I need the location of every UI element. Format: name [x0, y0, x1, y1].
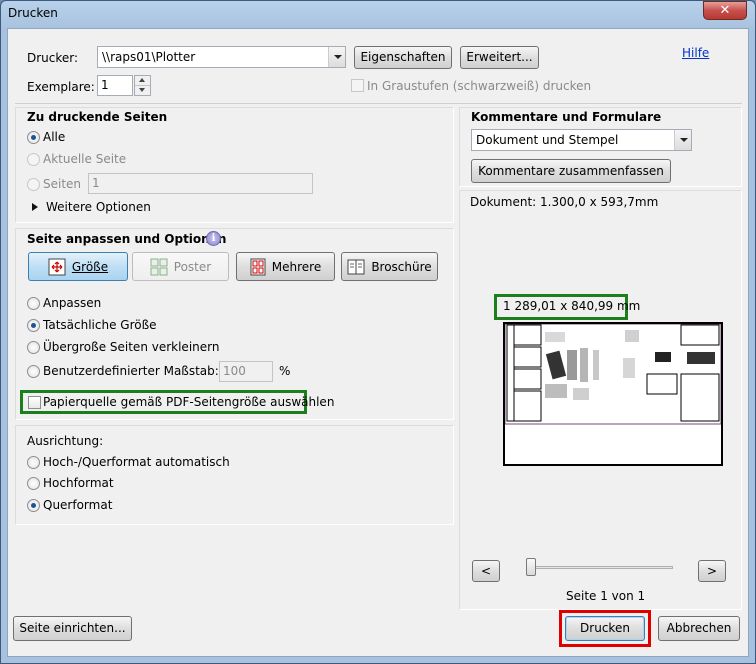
actual-size-radio[interactable] [27, 319, 40, 332]
paper-source-checkbox[interactable] [28, 396, 41, 409]
fit-label: Anpassen [43, 296, 102, 310]
multiple-button-label: Mehrere [271, 259, 322, 274]
size-button-label: Größe [71, 259, 109, 274]
size-button[interactable]: Größe [28, 252, 128, 281]
orientation-auto-radio[interactable] [27, 456, 40, 469]
page-preview [503, 322, 723, 466]
multiple-button[interactable]: Mehrere [236, 252, 335, 281]
chevron-down-icon [328, 47, 345, 67]
copies-input[interactable]: 1 [97, 75, 133, 96]
custom-scale-input[interactable]: 100 [219, 361, 273, 382]
pages-range-radio[interactable] [27, 178, 40, 191]
previous-page-button[interactable]: < [472, 560, 500, 582]
shrink-oversized-radio[interactable] [27, 341, 40, 354]
pages-current-label: Aktuelle Seite [43, 152, 127, 166]
properties-button[interactable]: Eigenschaften [354, 46, 452, 69]
summarize-comments-button[interactable]: Kommentare zusammenfassen [471, 159, 671, 183]
orientation-portrait-radio[interactable] [27, 477, 40, 490]
actual-size-label: Tatsächliche Größe [43, 318, 157, 332]
size-icon [48, 258, 66, 275]
paper-size-label: 1 289,01 x 840,99 mm [503, 299, 641, 313]
poster-button-label: Poster [173, 259, 212, 274]
grayscale-checkbox[interactable] [351, 79, 364, 92]
next-page-button[interactable]: > [698, 560, 726, 582]
printer-select-value: \\raps01\Plotter [102, 50, 196, 64]
percent-label: % [279, 364, 291, 378]
advanced-button[interactable]: Erweitert... [460, 46, 539, 69]
grayscale-label: In Graustufen (schwarzweiß) drucken [367, 79, 592, 93]
multiple-pages-icon [250, 258, 266, 275]
print-button[interactable]: Drucken [565, 616, 645, 641]
fit-heading: Seite anpassen und Optionen [27, 232, 227, 246]
orientation-landscape-label: Querformat [43, 498, 113, 512]
poster-icon [150, 258, 168, 275]
pages-range-label: Seiten [43, 177, 82, 191]
pages-all-label: Alle [43, 130, 66, 144]
cancel-button[interactable]: Abbrechen [658, 616, 740, 641]
copies-stepper[interactable] [134, 75, 151, 96]
copies-label: Exemplare: [27, 80, 95, 94]
orientation-auto-label: Hoch-/Querformat automatisch [43, 455, 230, 469]
poster-button[interactable]: Poster [132, 252, 229, 281]
chevron-down-icon [674, 130, 691, 150]
info-icon[interactable]: i [206, 231, 221, 246]
window-title: Drucken [8, 6, 58, 20]
fit-radio[interactable] [27, 297, 40, 310]
page-slider-track[interactable] [531, 566, 673, 569]
page-indicator: Seite 1 von 1 [566, 589, 646, 603]
custom-scale-label: Benutzerdefinierter Maßstab: [43, 364, 219, 378]
help-link[interactable]: Hilfe [682, 46, 709, 60]
stepper-down-icon[interactable] [139, 88, 145, 92]
pages-current-radio[interactable] [27, 153, 40, 166]
document-size-label: Dokument: 1.300,0 x 593,7mm [470, 195, 659, 209]
stepper-up-icon[interactable] [139, 78, 145, 82]
pages-range-input[interactable]: 1 [88, 173, 313, 194]
pages-all-radio[interactable] [27, 131, 40, 144]
shrink-oversized-label: Übergroße Seiten verkleinern [43, 340, 220, 354]
header-divider [15, 103, 742, 104]
orientation-heading: Ausrichtung: [27, 434, 104, 448]
expand-triangle-icon[interactable] [32, 203, 38, 211]
page-setup-button[interactable]: Seite einrichten... [13, 616, 132, 641]
drawing-preview-image [505, 324, 721, 425]
booklet-button-label: Broschüre [371, 259, 432, 274]
more-options-toggle[interactable]: Weitere Optionen [46, 200, 151, 214]
paper-source-label: Papierquelle gemäß PDF-Seitengröße auswä… [43, 395, 335, 409]
comments-heading: Kommentare und Formulare [471, 110, 662, 124]
close-button[interactable]: ✕ [703, 1, 747, 20]
booklet-button[interactable]: Broschüre [341, 252, 438, 281]
orientation-portrait-label: Hochformat [43, 476, 114, 490]
comments-select-value: Dokument und Stempel [476, 133, 619, 147]
comments-select[interactable]: Dokument und Stempel [471, 129, 692, 151]
page-slider-handle[interactable] [526, 558, 536, 576]
orientation-landscape-radio[interactable] [27, 499, 40, 512]
printer-label: Drucker: [27, 51, 79, 65]
pages-heading: Zu druckende Seiten [27, 110, 168, 124]
booklet-icon [347, 259, 365, 274]
custom-scale-radio[interactable] [27, 365, 40, 378]
printer-select[interactable]: \\raps01\Plotter [97, 46, 346, 68]
